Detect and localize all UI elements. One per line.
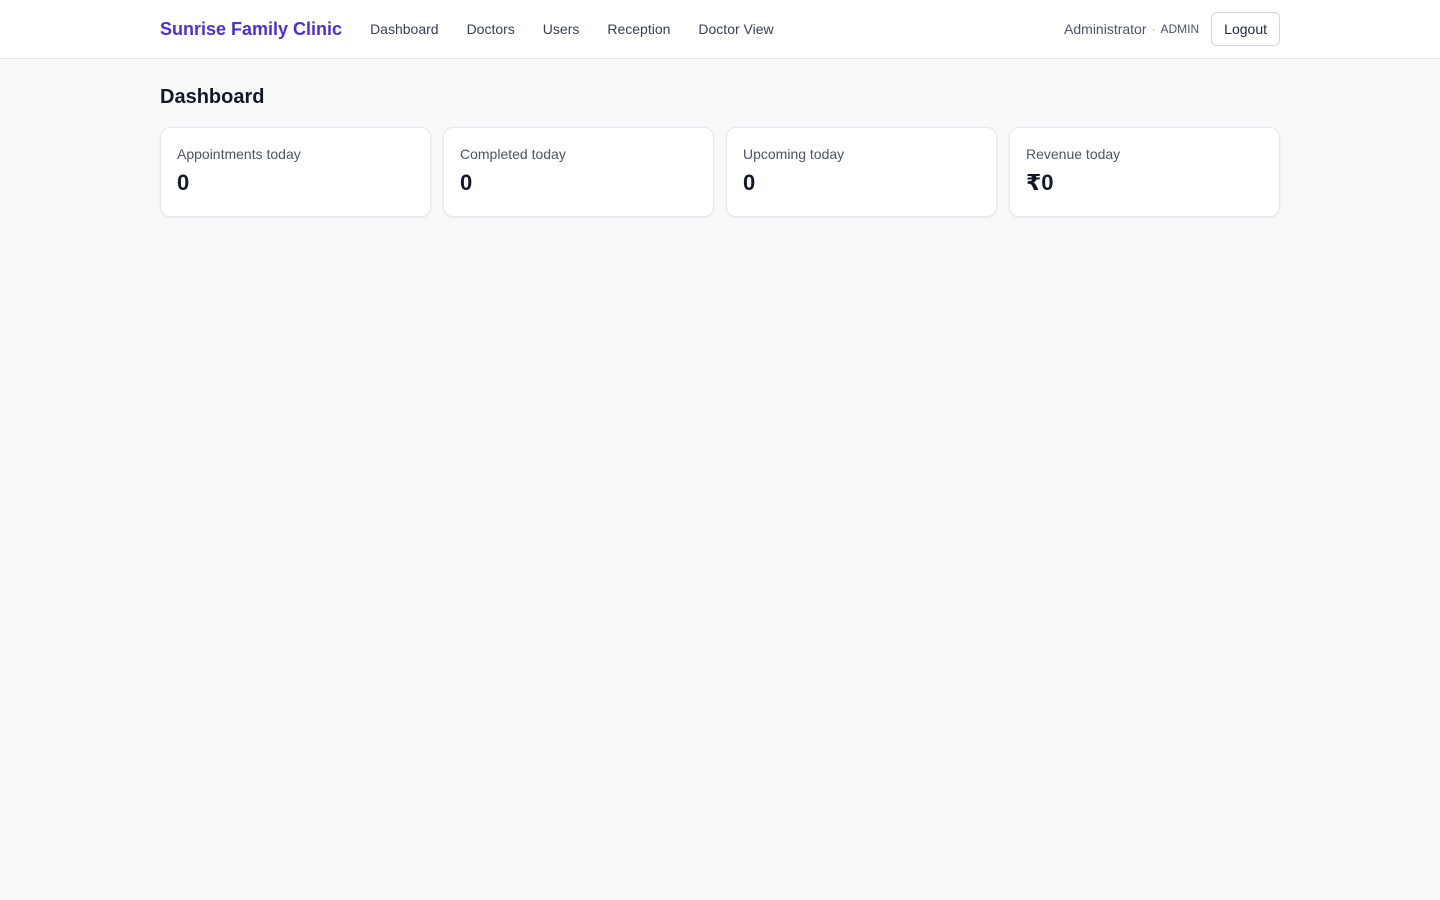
stat-card-appointments-today: Appointments today 0	[160, 127, 431, 217]
stat-label: Upcoming today	[743, 146, 845, 162]
logout-button[interactable]: Logout	[1211, 12, 1280, 46]
nav-item-dashboard[interactable]: Dashboard	[370, 21, 439, 37]
stat-card-completed-today: Completed today 0	[443, 127, 714, 217]
stat-label: Completed today	[460, 146, 566, 162]
current-user-info: Administrator · ADMIN	[1064, 21, 1199, 37]
stat-value: 0	[177, 170, 190, 195]
user-role-badge: ADMIN	[1160, 22, 1200, 36]
nav-item-users[interactable]: Users	[543, 21, 580, 37]
brand-logo-link[interactable]: Sunrise Family Clinic	[160, 19, 342, 40]
page-title: Dashboard	[160, 86, 265, 108]
user-separator: ·	[1151, 22, 1156, 36]
stat-value: 0	[743, 170, 756, 195]
stat-card-revenue-today: Revenue today ₹0	[1009, 127, 1280, 217]
nav-item-reception[interactable]: Reception	[607, 21, 670, 37]
stat-card-upcoming-today: Upcoming today 0	[726, 127, 997, 217]
stat-label: Appointments today	[177, 146, 301, 162]
user-name: Administrator	[1064, 21, 1147, 37]
top-navbar: Sunrise Family Clinic Dashboard Doctors …	[0, 0, 1440, 59]
nav-item-doctors[interactable]: Doctors	[467, 21, 515, 37]
stat-value: ₹0	[1026, 170, 1054, 195]
nav-item-doctor-view[interactable]: Doctor View	[698, 21, 773, 37]
stat-value: 0	[460, 170, 473, 195]
navbar-container: Sunrise Family Clinic Dashboard Doctors …	[160, 0, 1280, 58]
main-nav: Dashboard Doctors Users Reception Doctor…	[370, 21, 774, 37]
stat-label: Revenue today	[1026, 146, 1121, 162]
stats-cards: Appointments today 0 Completed today 0 U…	[160, 127, 1280, 217]
main-content: Dashboard Appointments today 0 Completed…	[160, 59, 1280, 217]
